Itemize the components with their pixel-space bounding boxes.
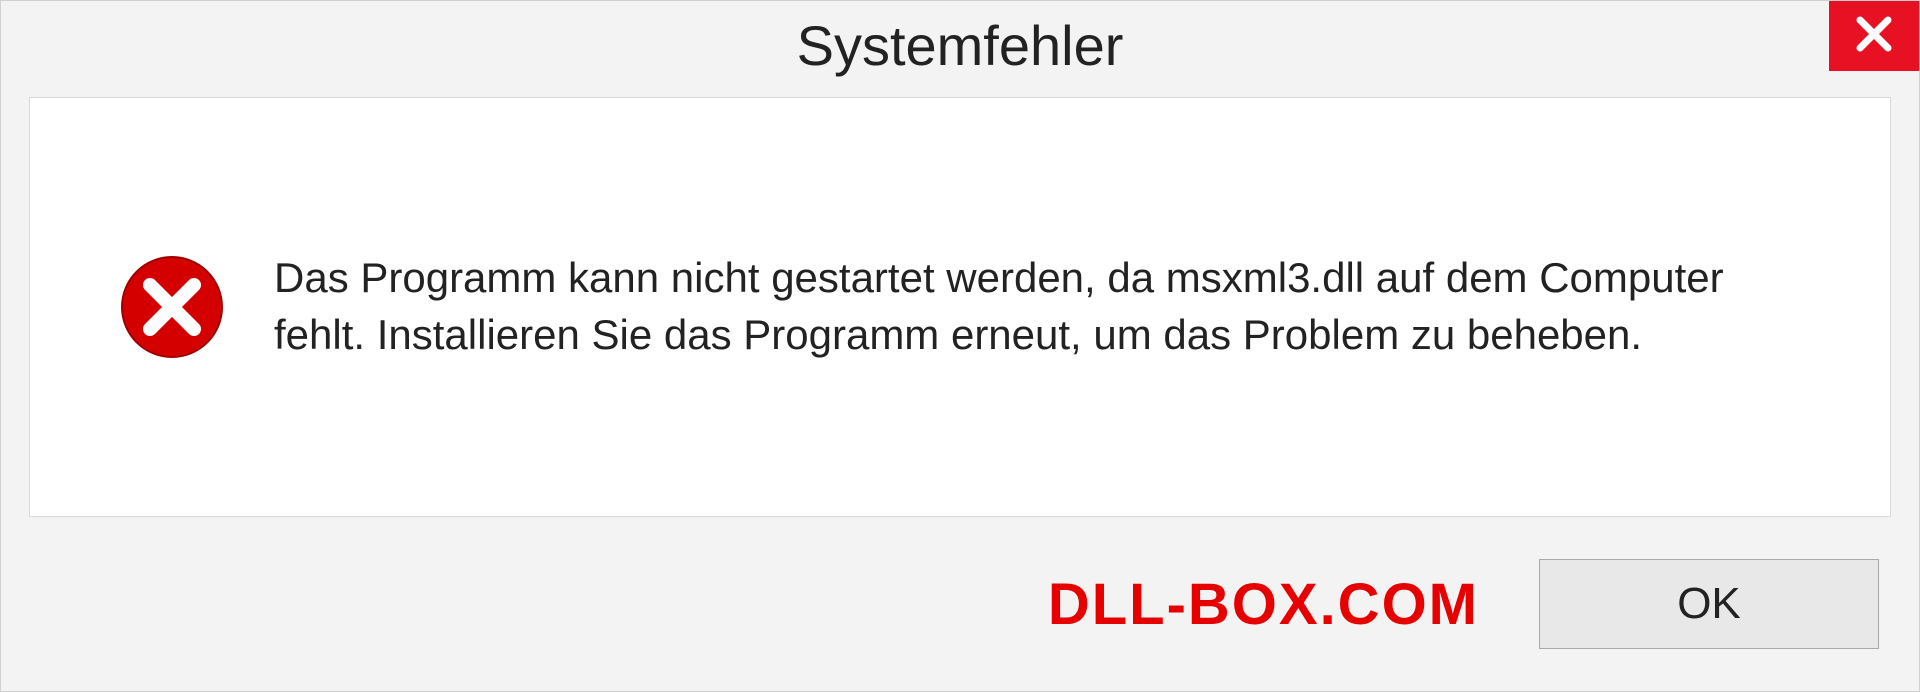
watermark-text: DLL-BOX.COM [1048, 571, 1479, 638]
error-dialog: Systemfehler Das Programm kann nicht ges… [0, 0, 1920, 692]
error-icon [120, 255, 224, 359]
dialog-title: Systemfehler [797, 13, 1124, 78]
dialog-footer: DLL-BOX.COM OK [1, 517, 1919, 691]
content-panel: Das Programm kann nicht gestartet werden… [29, 97, 1891, 517]
ok-button[interactable]: OK [1539, 559, 1879, 649]
titlebar: Systemfehler [1, 1, 1919, 89]
error-message: Das Programm kann nicht gestartet werden… [274, 250, 1754, 363]
close-icon [1854, 14, 1894, 59]
close-button[interactable] [1829, 1, 1919, 71]
